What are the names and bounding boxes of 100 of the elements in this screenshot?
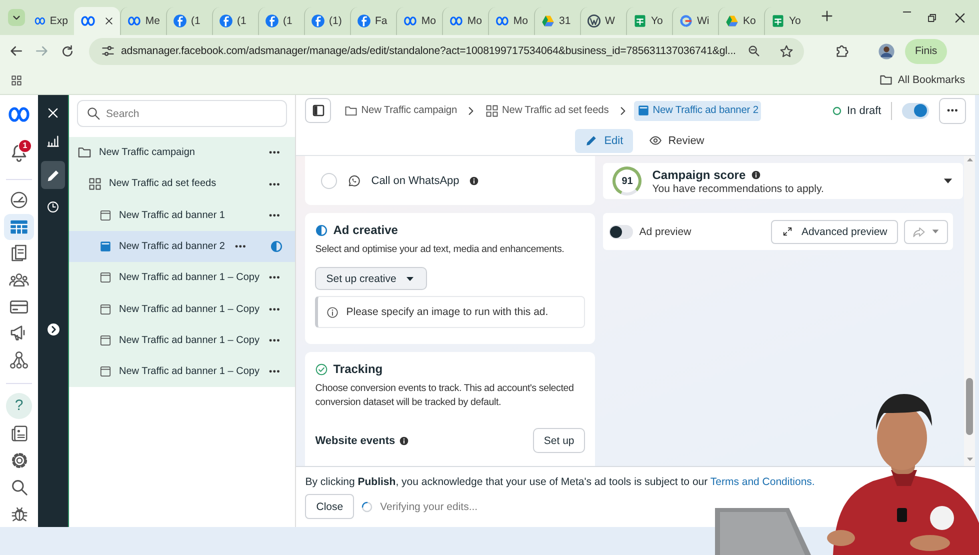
window-icon bbox=[99, 302, 112, 316]
progress-text: Verifying your edits... bbox=[380, 500, 478, 512]
window-icon bbox=[99, 334, 112, 347]
share-icon bbox=[912, 224, 926, 238]
breadcrumb-link[interactable]: New Traffic ad set feeds bbox=[482, 100, 612, 120]
browser-tab[interactable]: Yo bbox=[764, 7, 810, 35]
toggle-switch[interactable] bbox=[902, 102, 930, 118]
tree-item[interactable]: New Traffic ad banner 1 – Copy bbox=[69, 324, 296, 356]
close-window-button[interactable] bbox=[953, 10, 967, 24]
bar-chart-icon bbox=[46, 134, 60, 148]
section-title: Ad creative bbox=[333, 223, 398, 237]
round-logo-icon bbox=[311, 14, 325, 28]
window-icon bbox=[636, 104, 650, 117]
help-button[interactable]: ? bbox=[6, 393, 32, 419]
apps-button[interactable] bbox=[10, 74, 23, 86]
spinner-icon bbox=[361, 500, 374, 512]
search-field[interactable]: Search bbox=[77, 100, 288, 127]
gauge-icon bbox=[9, 190, 29, 210]
sidebar-icon bbox=[310, 103, 326, 118]
profile-button[interactable]: Finis bbox=[905, 38, 948, 64]
browser-tab[interactable]: (1 bbox=[212, 7, 258, 35]
star-icon bbox=[779, 44, 794, 58]
browser-tab[interactable]: Fa bbox=[350, 7, 396, 35]
pencil-icon bbox=[46, 168, 60, 182]
scrollbar-thumb[interactable] bbox=[966, 378, 974, 435]
tree-item[interactable]: New Traffic ad banner 1 – Copy bbox=[69, 356, 296, 388]
eye-icon bbox=[649, 134, 662, 147]
more-icon bbox=[234, 244, 248, 249]
more-icon bbox=[268, 150, 282, 156]
campaigns-button[interactable] bbox=[4, 214, 34, 240]
window-icon bbox=[99, 271, 112, 284]
expand-icon bbox=[782, 226, 794, 237]
browser-tab[interactable]: Ko bbox=[718, 7, 764, 35]
browser-tab[interactable]: 31 bbox=[534, 7, 580, 35]
browser-tab[interactable]: Mo bbox=[396, 7, 442, 35]
browser-tab[interactable]: Exp bbox=[28, 7, 74, 35]
toggle-label: Ad preview bbox=[639, 226, 692, 238]
folder-icon bbox=[344, 104, 358, 118]
tree-item[interactable]: New Traffic campaign bbox=[69, 137, 296, 168]
notification-badge: 1 bbox=[18, 138, 32, 153]
scroll-down-icon bbox=[966, 455, 974, 463]
grid-icon bbox=[485, 104, 500, 118]
browser-tab[interactable]: Yo bbox=[626, 7, 672, 35]
set-up-creative-button[interactable]: Set up creative bbox=[315, 267, 428, 290]
tab-search-button[interactable] bbox=[8, 9, 25, 26]
browser-tab[interactable]: (1) bbox=[304, 7, 350, 35]
browser-tab[interactable]: Wi bbox=[672, 7, 718, 35]
close-button[interactable]: Close bbox=[305, 494, 354, 519]
mode-tab[interactable]: Edit bbox=[575, 128, 634, 152]
breadcrumb-link[interactable]: New Traffic campaign bbox=[341, 100, 460, 120]
round-logo-icon bbox=[219, 14, 233, 28]
browser-tab[interactable]: Mo bbox=[488, 7, 534, 35]
browser-tab[interactable]: Mo bbox=[442, 7, 488, 35]
scrollbar[interactable] bbox=[964, 156, 976, 466]
edit-button[interactable] bbox=[41, 161, 65, 189]
advanced-preview-button[interactable]: Advanced preview bbox=[771, 220, 898, 244]
half-circle-icon bbox=[315, 224, 328, 236]
more-icon bbox=[268, 369, 282, 374]
browser-tab[interactable]: W bbox=[580, 7, 626, 35]
toggle-switch[interactable] bbox=[609, 224, 634, 238]
terms-link[interactable]: Terms and Conditions. bbox=[710, 476, 815, 488]
newspaper-icon bbox=[10, 424, 28, 444]
address-bar[interactable]: adsmanager.facebook.com/adsmanager/manage/ads/edit/standalone?act=1008199717534064&business_id=785631137036741&gl... bbox=[89, 38, 804, 64]
browser-tab[interactable]: (1 bbox=[166, 7, 212, 35]
tree-item[interactable]: New Traffic ad set feeds bbox=[69, 168, 296, 200]
triangle-logo-icon bbox=[725, 14, 739, 28]
infinity-icon bbox=[7, 107, 31, 122]
section-description: Select and optimise your ad text, media and enhancements. bbox=[315, 243, 566, 257]
status-label: In draft bbox=[847, 104, 882, 116]
tree-item[interactable]: New Traffic ad banner 2 bbox=[69, 230, 296, 262]
tree-item[interactable]: New Traffic ad banner 1 – Copy bbox=[69, 293, 296, 325]
browser-tab[interactable]: Me bbox=[120, 7, 166, 35]
mode-tab[interactable]: Review bbox=[639, 128, 714, 152]
field-label: Website events bbox=[315, 434, 396, 446]
info-icon bbox=[399, 436, 410, 446]
tree-item[interactable]: New Traffic ad banner 1 bbox=[69, 200, 296, 231]
tree-item[interactable]: New Traffic ad banner 1 – Copy bbox=[69, 262, 296, 294]
round-logo-icon bbox=[357, 14, 371, 28]
breadcrumb-link[interactable]: New Traffic ad banner 2 bbox=[634, 100, 762, 120]
tree-item-label: New Traffic ad banner 1 – Copy bbox=[119, 334, 260, 346]
bookmarks-folder[interactable]: All Bookmarks bbox=[874, 73, 969, 87]
set-up-button[interactable]: Set up bbox=[532, 428, 586, 453]
info-icon bbox=[326, 306, 340, 318]
radio-button[interactable] bbox=[321, 172, 338, 188]
card-subtitle: You have recommendations to apply. bbox=[652, 182, 824, 194]
sidebar-toggle-button[interactable] bbox=[305, 98, 332, 123]
pages-icon bbox=[9, 243, 29, 264]
infinity-icon bbox=[403, 16, 418, 26]
round-logo-icon bbox=[679, 14, 693, 28]
browser-tab[interactable] bbox=[74, 7, 120, 35]
infinity-icon bbox=[127, 16, 142, 26]
notifications-button[interactable]: 1 bbox=[4, 136, 34, 170]
close-icon bbox=[104, 16, 114, 26]
round-logo-icon bbox=[265, 14, 279, 28]
extensions-button[interactable] bbox=[834, 43, 850, 59]
sheet-icon bbox=[633, 14, 647, 28]
tree-item-label: New Traffic ad banner 1 – Copy bbox=[119, 304, 260, 315]
section-description: Choose conversion events to track. This ad account's selected conversion dataset will be tracked by default. bbox=[315, 382, 575, 410]
reload-button[interactable] bbox=[60, 44, 75, 58]
browser-tab[interactable]: (1 bbox=[258, 7, 304, 35]
